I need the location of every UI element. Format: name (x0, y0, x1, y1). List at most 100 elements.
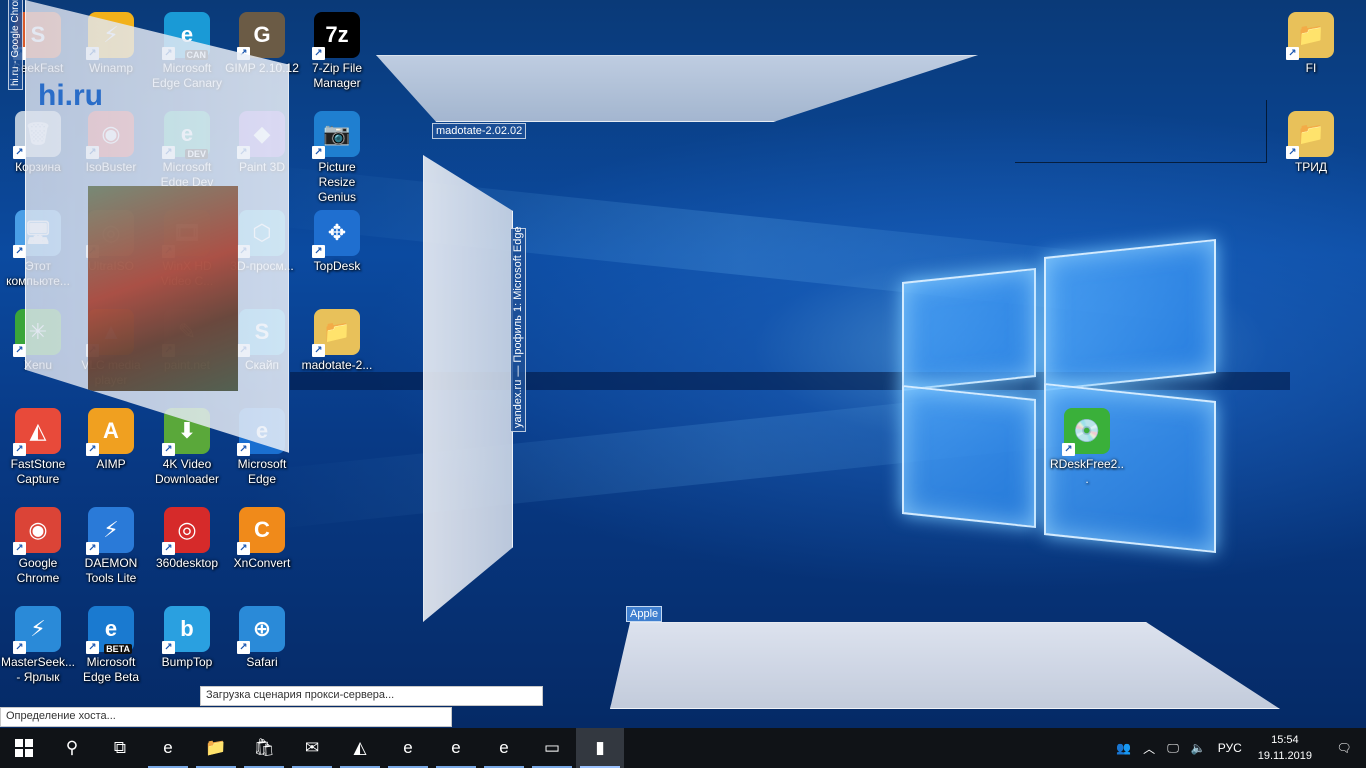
desktop: S↗SeekFast⚡↗WinampeCAN↗Microsoft Edge Ca… (0, 0, 1366, 728)
taskbar-file-explorer[interactable]: 📁 (192, 728, 240, 768)
desktop-icon[interactable]: 📁 ↗ madotate-2... (299, 309, 375, 373)
window-apple-thumbnail[interactable] (610, 622, 1280, 709)
volume-icon[interactable]: 🔈 (1185, 728, 1212, 768)
taskbar-bumptop[interactable]: ▮ (576, 728, 624, 768)
clock-time: 15:54 (1271, 734, 1299, 746)
desktop-icon[interactable]: ⊕ ↗ Safari (224, 606, 300, 670)
shortcut-arrow-icon: ↗ (162, 443, 175, 456)
icon-glyph: ⚡ (103, 517, 119, 542)
desktop-icon[interactable]: ⚡ ↗ MasterSeek... - Ярлык (0, 606, 76, 685)
taskbar-edge-beta[interactable]: e (384, 728, 432, 768)
desktop-icon[interactable]: 💿 ↗ RDeskFree2... (1049, 408, 1125, 487)
desktop-icon[interactable]: ✥ ↗ TopDesk (299, 210, 375, 274)
taskbar: ⚲ ⧉ e 📁 🛍 ✉ ◭ e e e ▭ ▮ 👥 ︿ 🖵 🔈 РУС 15:54 19.11.201… (0, 728, 1366, 768)
desktop-icon[interactable]: ◉ ↗ Google Chrome (0, 507, 76, 586)
edge-beta-icon: e BETA ↗ (86, 606, 134, 654)
console-icon: ▭ (543, 738, 561, 757)
taskbar-edge-canary[interactable]: e (432, 728, 480, 768)
shortcut-arrow-icon: ↗ (86, 542, 99, 555)
network-icon[interactable]: 🖵 (1161, 728, 1185, 768)
window-label-madotate[interactable]: madotate-2.02.02 (432, 123, 527, 139)
desktop-icon-label: 4K Video Downloader (154, 457, 220, 486)
icon-glyph: ◉ (28, 517, 48, 542)
icon-glyph: A (103, 418, 119, 443)
shortcut-arrow-icon: ↗ (312, 47, 325, 60)
taskbar-store[interactable]: 🛍 (240, 728, 288, 768)
taskbar-edge-dev[interactable]: e (480, 728, 528, 768)
icon-glyph: 📁 (323, 319, 351, 344)
icon-glyph: ⚡ (30, 616, 46, 641)
aimp-icon: A ↗ (86, 408, 134, 456)
desktop-icon[interactable]: 📁 ↗ ТРИД (1273, 111, 1349, 175)
edge-channel-badge: BETA (104, 644, 132, 654)
window-yandex-thumbnail[interactable] (423, 155, 513, 622)
360desktop-icon: ◎ ↗ (162, 507, 210, 555)
icon-glyph: b (180, 616, 194, 641)
window-madotate-thumbnail[interactable] (376, 55, 978, 122)
people-icon[interactable]: 👥 (1110, 728, 1137, 768)
topdesk-icon: ✥ ↗ (312, 210, 360, 258)
windows-logo-pane (1044, 238, 1216, 392)
windows-logo-pane (902, 384, 1036, 529)
shortcut-arrow-icon: ↗ (162, 641, 175, 654)
icon-glyph: ✥ (327, 220, 347, 245)
task-view-button[interactable]: ⧉ (96, 728, 144, 768)
shortcut-arrow-icon: ↗ (237, 641, 250, 654)
windows-logo-icon (15, 739, 33, 757)
desktop-icon[interactable]: A ↗ AIMP (73, 408, 149, 472)
system-tray: 👥 ︿ 🖵 🔈 РУС 15:54 19.11.2019 🗨 (1110, 728, 1366, 768)
desktop-icon-label: 360desktop (155, 556, 219, 570)
window-hiru-thumbnail[interactable]: hi.ru (25, 0, 289, 453)
chevron-up-icon[interactable]: ︿ (1137, 728, 1161, 768)
folder-icon: 📁 (205, 738, 227, 757)
store-icon: 🛍 (253, 738, 275, 757)
desktop-icon[interactable]: 📷 ↗ Picture Resize Genius (299, 111, 375, 205)
edge-canary-icon: e (451, 738, 461, 757)
folder-icon: 📁 ↗ (1286, 12, 1334, 60)
desktop-icon-label: 7-Zip File Manager (311, 61, 362, 90)
desktop-icon[interactable]: b ↗ BumpTop (149, 606, 225, 670)
window-label-apple[interactable]: Apple (626, 606, 663, 622)
language-indicator[interactable]: РУС (1212, 728, 1248, 768)
desktop-icon[interactable]: 📁 ↗ FI (1273, 12, 1349, 76)
shortcut-arrow-icon: ↗ (86, 641, 99, 654)
notification-icon[interactable]: 🗨 (1322, 728, 1366, 768)
safari-icon: ⊕ ↗ (237, 606, 285, 654)
train-photo (88, 186, 238, 391)
desktop-icon-label: FastStone Capture (10, 457, 66, 486)
desktop-icon-label: Google Chrome (16, 556, 60, 585)
window-label-hiru[interactable]: hi.ru - Google Chrome (8, 0, 23, 90)
shortcut-arrow-icon: ↗ (13, 641, 26, 654)
taskbar-mail[interactable]: ✉ (288, 728, 336, 768)
icon-glyph: 7z (325, 22, 349, 47)
shortcut-arrow-icon: ↗ (1286, 47, 1299, 60)
icon-glyph: ◭ (29, 418, 47, 443)
shortcut-arrow-icon: ↗ (1286, 146, 1299, 159)
taskbar-faststone[interactable]: ◭ (336, 728, 384, 768)
hiru-logo: hi.ru (38, 79, 103, 112)
start-button[interactable] (0, 728, 48, 768)
shortcut-arrow-icon: ↗ (1062, 443, 1075, 456)
desktop-icon-label: MasterSeek... - Ярлык (0, 655, 76, 684)
desktop-icon[interactable]: ◎ ↗ 360desktop (149, 507, 225, 571)
windows-logo-pane (902, 267, 1036, 392)
desktop-icon[interactable]: 7z ↗ 7-Zip File Manager (299, 12, 375, 91)
window-label-yandex[interactable]: yandex.ru — Профиль 1: Microsoft Edge (510, 226, 526, 432)
desktop-icon[interactable]: C ↗ XnConvert (224, 507, 300, 571)
taskbar-edge[interactable]: e (144, 728, 192, 768)
bumptop-icon: ▮ (595, 738, 605, 757)
desktop-icon[interactable]: ⚡ ↗ DAEMON Tools Lite (73, 507, 149, 586)
task-view-icon: ⧉ (113, 738, 127, 757)
window-edge (1266, 100, 1267, 162)
edge-dev-icon: e (499, 738, 509, 757)
desktop-icon[interactable]: e BETA ↗ Microsoft Edge Beta (73, 606, 149, 685)
taskbar-console[interactable]: ▭ (528, 728, 576, 768)
desktop-icon[interactable]: ◭ ↗ FastStone Capture (0, 408, 76, 487)
shortcut-arrow-icon: ↗ (312, 245, 325, 258)
shortcut-arrow-icon: ↗ (13, 146, 26, 159)
desktop-icon-label: RDeskFree2... (1049, 457, 1125, 486)
rdeskfree-icon: 💿 ↗ (1062, 408, 1110, 456)
shortcut-arrow-icon: ↗ (312, 146, 325, 159)
clock[interactable]: 15:54 19.11.2019 (1248, 732, 1322, 764)
search-button[interactable]: ⚲ (48, 728, 96, 768)
